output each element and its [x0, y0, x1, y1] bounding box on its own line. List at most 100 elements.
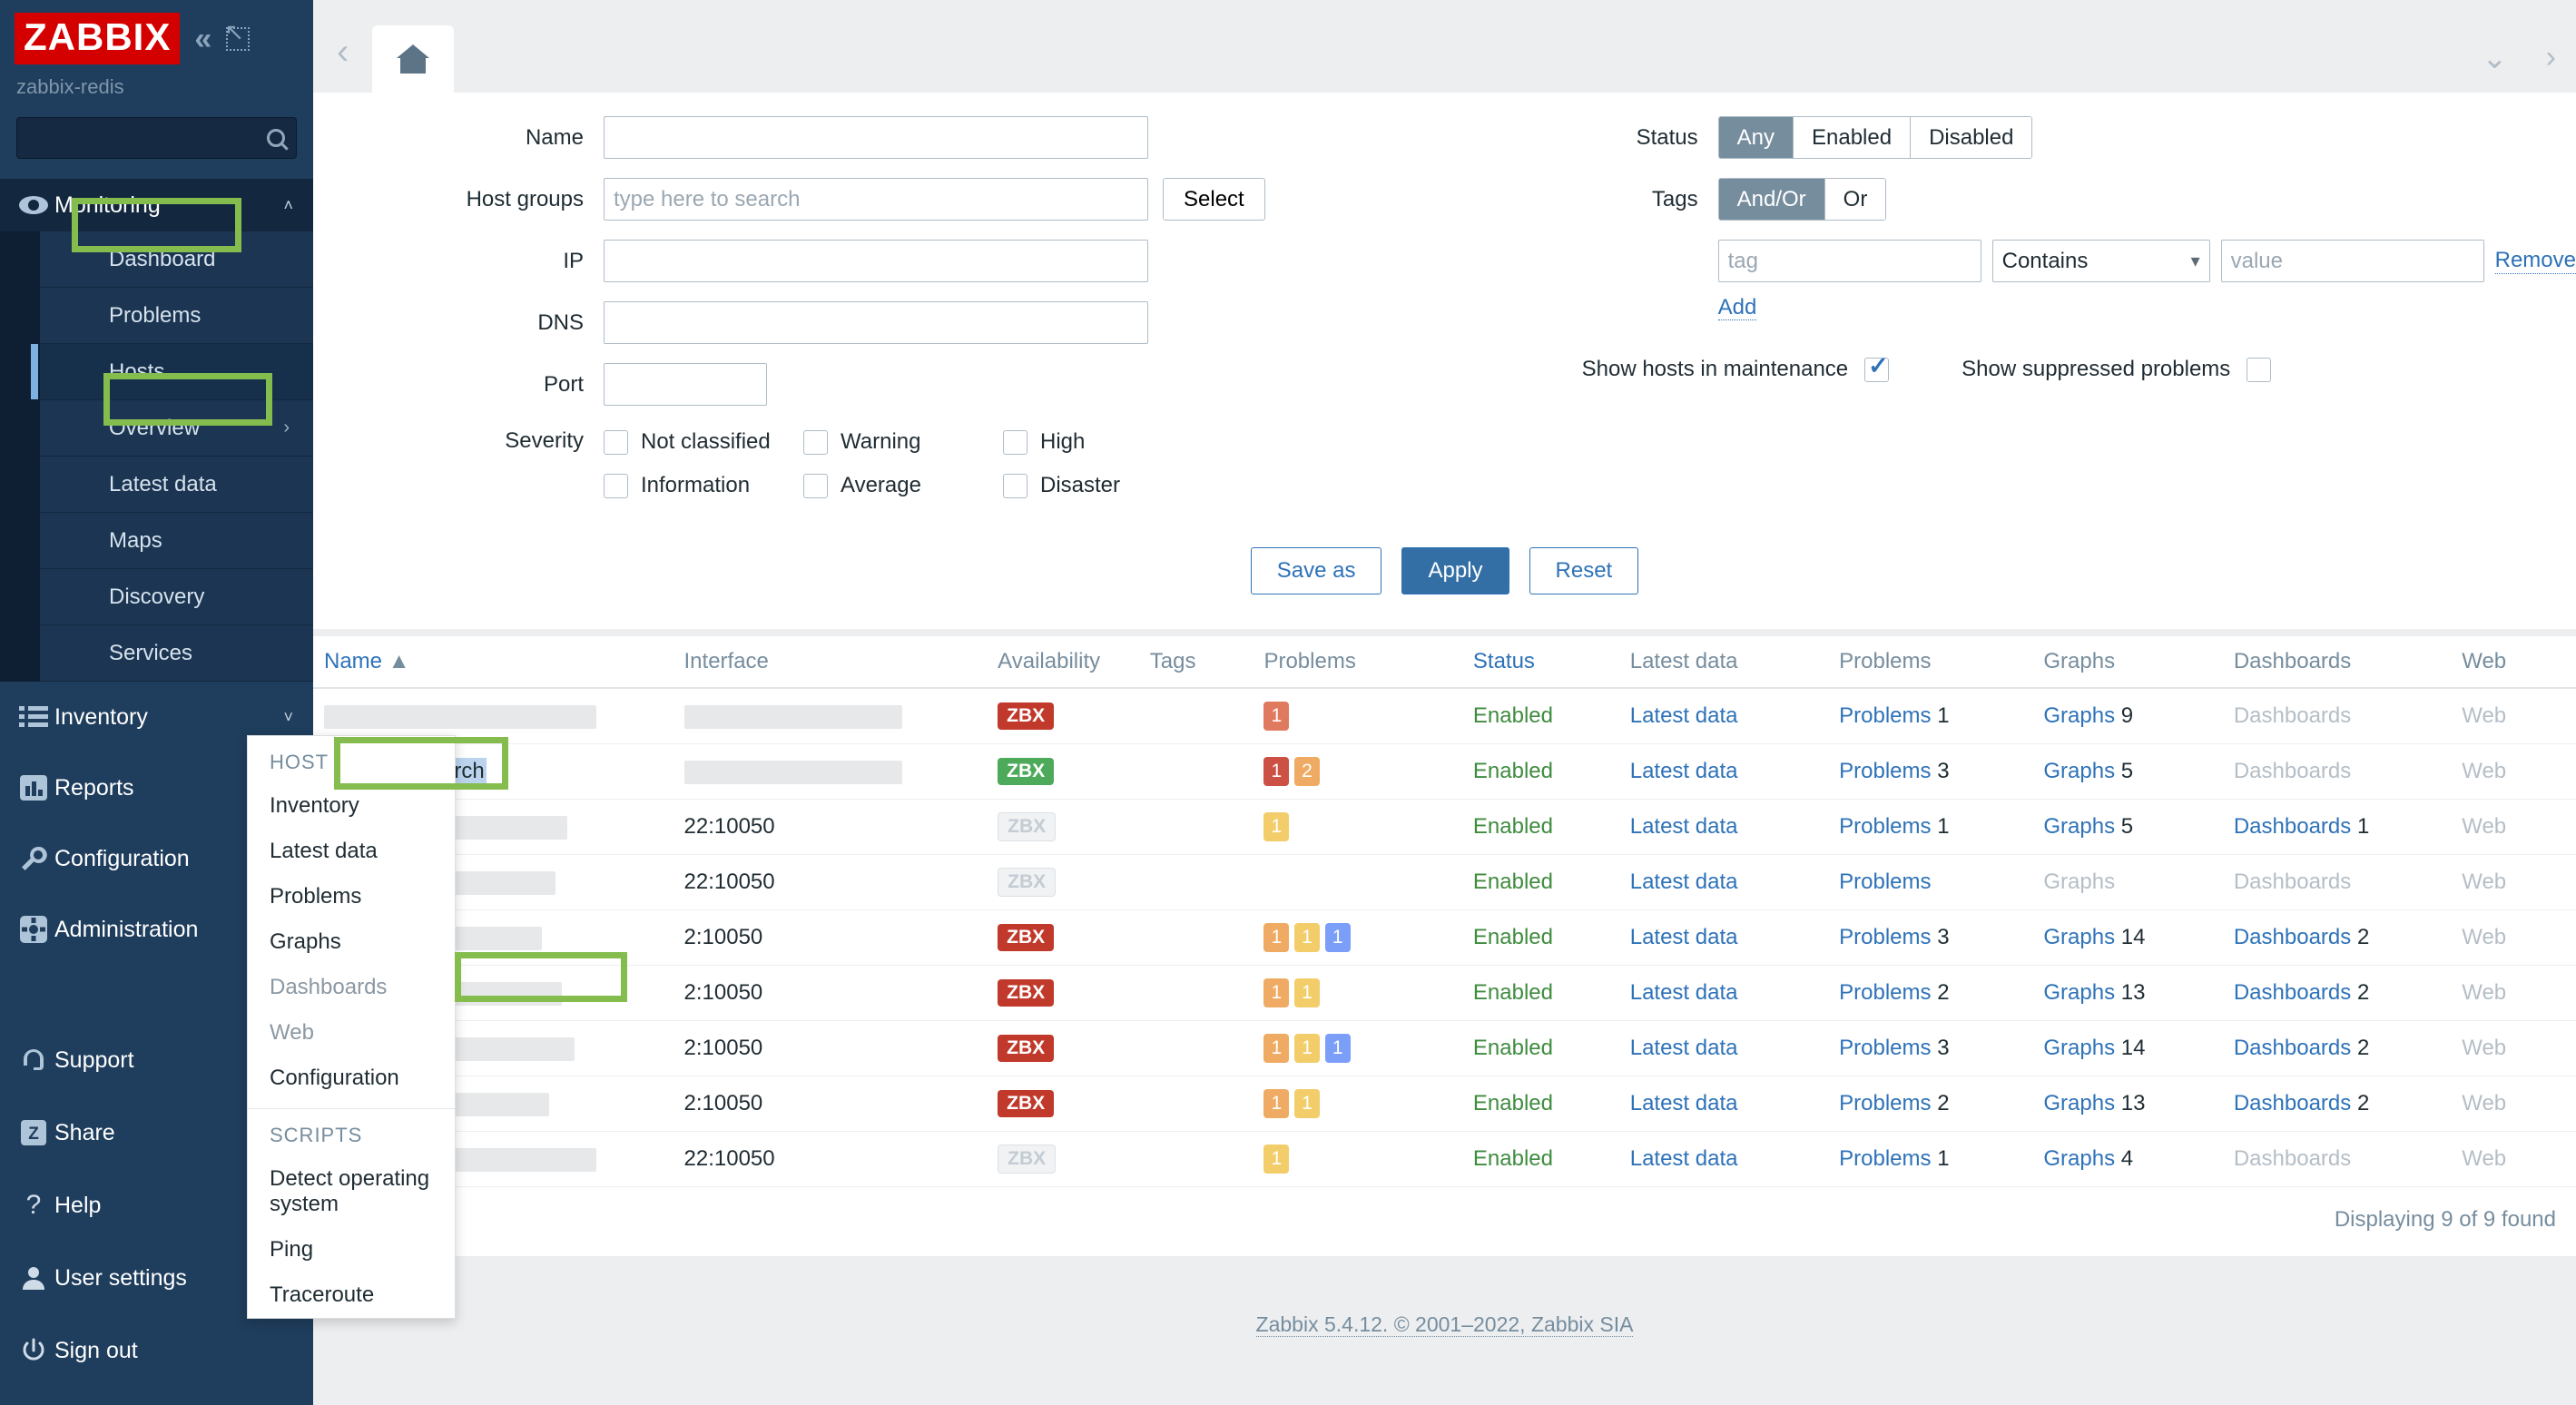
latest-data-link[interactable]: Latest data [1630, 980, 1738, 1005]
ip-input[interactable] [604, 240, 1148, 282]
save-as-button[interactable]: Save as [1250, 547, 1382, 594]
tag-value-input[interactable] [2220, 240, 2484, 282]
table-row[interactable]: 2:10050 ZBX 1 1 1 Enabled Latest data Problems … [313, 909, 2576, 966]
dashboards-link[interactable]: Dashboards [2234, 980, 2351, 1005]
name-input[interactable] [604, 116, 1148, 159]
problems-link[interactable]: Problems [1839, 980, 1931, 1005]
sidebar-item-overview[interactable]: Overview › [40, 400, 313, 457]
checkbox-disaster[interactable] [1003, 473, 1027, 498]
severity-warning[interactable]: Warning [803, 425, 1003, 459]
checkbox-show-hosts-in-maintenance[interactable] [1864, 352, 1890, 382]
latest-data-link[interactable]: Latest data [1630, 870, 1738, 894]
context-menu-latest-data[interactable]: Latest data [248, 829, 455, 874]
status-option-disabled[interactable]: Disabled [1911, 117, 2032, 158]
problems-link[interactable]: Problems [1839, 870, 1931, 894]
table-row[interactable]: 2:10050 ZBX 1 1 Enabled Latest data Problems 2… [313, 965, 2576, 1021]
problems-link[interactable]: Problems [1839, 759, 1931, 783]
table-row[interactable]: ZBX 1 Enabled Latest data Problems 1 Graphs 9… [313, 688, 2576, 744]
zbx-availability-badge[interactable]: ZBX [998, 758, 1055, 785]
problems-link[interactable]: Problems [1839, 1091, 1931, 1115]
problem-count-badge[interactable]: 1 [1263, 702, 1290, 731]
problems-link[interactable]: Problems [1839, 814, 1931, 839]
table-row[interactable]: My-OpenSearchZBX12EnabledLatest dataProb… [313, 743, 2576, 800]
zbx-availability-badge[interactable]: ZBX [998, 1090, 1055, 1117]
select-button[interactable]: Select [1163, 178, 1265, 221]
sidebar-item-maps[interactable]: Maps [40, 513, 313, 569]
graphs-link[interactable]: Graphs [2043, 925, 2115, 949]
checkbox-show-suppressed-problems[interactable] [2247, 357, 2272, 382]
graphs-link[interactable]: Graphs [2043, 703, 2115, 728]
latest-data-link[interactable]: Latest data [1630, 1036, 1738, 1060]
checkbox-high[interactable] [1003, 429, 1027, 455]
problem-count-badge[interactable]: 2 [1294, 757, 1320, 786]
problem-count-badge[interactable]: 1 [1263, 812, 1290, 841]
sidebar-item-problems[interactable]: Problems [40, 288, 313, 344]
reset-button[interactable]: Reset [1529, 547, 1639, 594]
problem-count-badge[interactable]: 1 [1324, 1034, 1351, 1063]
status-option-enabled[interactable]: Enabled [1793, 117, 1912, 158]
table-row[interactable]: 22:10050 ZBX 1 Enabled Latest data Problems 1… [313, 1131, 2576, 1187]
latest-data-link[interactable]: Latest data [1630, 1146, 1738, 1171]
latest-data-link[interactable]: Latest data [1630, 814, 1738, 839]
sidebar-search-input[interactable] [16, 117, 297, 159]
problem-count-badge[interactable]: 1 [1263, 923, 1290, 952]
sidebar-item-monitoring[interactable]: Monitoring ˄ [0, 179, 313, 231]
status-badge[interactable]: Enabled [1473, 759, 1553, 783]
zbx-availability-badge[interactable]: ZBX [998, 924, 1055, 951]
dashboards-link[interactable]: Dashboards [2234, 1091, 2351, 1115]
chevron-right-icon[interactable]: › [2546, 40, 2556, 76]
problem-count-badge[interactable]: 1 [1294, 1089, 1320, 1118]
context-menu-ping[interactable]: Ping [248, 1227, 455, 1272]
graphs-link[interactable]: Graphs [2043, 814, 2115, 839]
checkbox-not-classified[interactable] [604, 429, 628, 455]
dashboards-link[interactable]: Dashboards [2234, 1036, 2351, 1060]
status-badge[interactable]: Enabled [1473, 703, 1553, 728]
chevron-left-icon[interactable]: ‹ [313, 32, 372, 93]
col-interface[interactable]: Interface [683, 636, 998, 689]
problem-count-badge[interactable]: 1 [1263, 978, 1290, 1007]
context-menu-detect-operating-system[interactable]: Detect operating system [248, 1156, 455, 1227]
latest-data-link[interactable]: Latest data [1630, 759, 1738, 783]
status-badge[interactable]: Enabled [1473, 980, 1553, 1005]
dashboards-link[interactable]: Dashboards [2234, 814, 2351, 839]
context-menu-traceroute[interactable]: Traceroute [248, 1272, 455, 1318]
problem-count-badge[interactable]: 1 [1294, 1034, 1320, 1063]
add-tag-link[interactable]: Add [1717, 295, 1757, 320]
problem-count-badge[interactable]: 1 [1263, 757, 1290, 786]
sidebar-item-services[interactable]: Services [40, 625, 313, 682]
context-menu-graphs[interactable]: Graphs [248, 919, 455, 965]
status-option-any[interactable]: Any [1718, 117, 1794, 158]
status-badge[interactable]: Enabled [1473, 1146, 1553, 1171]
latest-data-link[interactable]: Latest data [1630, 925, 1738, 949]
port-input[interactable] [604, 363, 767, 406]
sidebar-item-discovery[interactable]: Discovery [40, 569, 313, 625]
dashboards-link[interactable]: Dashboards [2234, 925, 2351, 949]
col-availability[interactable]: Availability [998, 636, 1150, 689]
status-badge[interactable]: Enabled [1473, 814, 1553, 839]
latest-data-link[interactable]: Latest data [1630, 1091, 1738, 1115]
graphs-link[interactable]: Graphs [2043, 1036, 2115, 1060]
problems-link[interactable]: Problems [1839, 1146, 1931, 1171]
severity-information[interactable]: Information [604, 468, 803, 503]
zbx-availability-badge[interactable]: ZBX [998, 1145, 1057, 1174]
zbx-availability-badge[interactable]: ZBX [998, 1035, 1055, 1062]
severity-not-classified[interactable]: Not classified [604, 425, 803, 459]
sidebar-item-dashboard[interactable]: Dashboard [40, 231, 313, 288]
tags-option-and-or[interactable]: And/Or [1718, 179, 1825, 220]
severity-disaster[interactable]: Disaster [1003, 468, 1203, 503]
tag-name-input[interactable] [1717, 240, 1981, 282]
table-row[interactable]: 22:10050 ZBX Enabled Latest data Problems Gra… [313, 854, 2576, 910]
problems-link[interactable]: Problems [1839, 703, 1931, 728]
context-menu-inventory[interactable]: Inventory [248, 783, 455, 829]
graphs-link[interactable]: Graphs [2043, 980, 2115, 1005]
checkbox-warning[interactable] [803, 429, 828, 455]
zbx-availability-badge[interactable]: ZBX [998, 979, 1055, 1007]
table-row[interactable]: 2:10050 ZBX 1 1 Enabled Latest data Problems 2… [313, 1076, 2576, 1132]
graphs-link[interactable]: Graphs [2043, 759, 2115, 783]
severity-average[interactable]: Average [803, 468, 1003, 503]
problem-count-badge[interactable]: 1 [1324, 923, 1351, 952]
zbx-availability-badge[interactable]: ZBX [998, 812, 1057, 841]
double-chevron-left-icon[interactable]: « [194, 24, 211, 54]
problem-count-badge[interactable]: 1 [1263, 1145, 1290, 1174]
graphs-link[interactable]: Graphs [2043, 1146, 2115, 1171]
